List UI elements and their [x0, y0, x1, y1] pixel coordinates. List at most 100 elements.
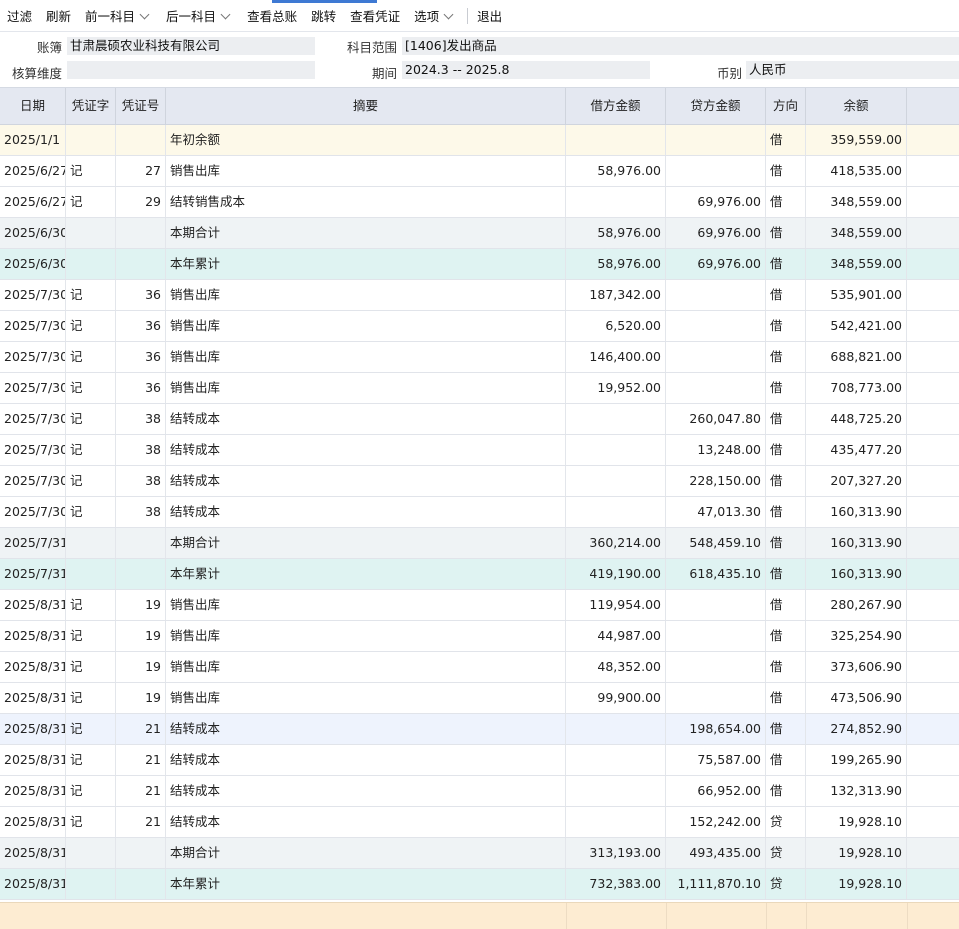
cell-date[interactable]: 2025/8/31 — [0, 776, 66, 806]
prev-account-button[interactable]: 前一科目 — [82, 5, 155, 27]
cell-direction[interactable]: 借 — [766, 218, 806, 248]
cell-direction[interactable]: 借 — [766, 497, 806, 527]
cell-direction[interactable]: 借 — [766, 156, 806, 186]
cell-voucher-no[interactable]: 36 — [116, 280, 166, 310]
cell-balance[interactable]: 19,928.10 — [806, 807, 907, 837]
cell-debit[interactable]: 360,214.00 — [566, 528, 666, 558]
table-row[interactable]: 2025/8/31 记 19 销售出库 48,352.00 借 373,606.90 — [0, 652, 959, 683]
cell-balance[interactable]: 160,313.90 — [806, 528, 907, 558]
table-row[interactable]: 2025/6/27 记 29 结转销售成本 69,976.00 借 348,559.00 — [0, 187, 959, 218]
cell-voucher-no[interactable]: 38 — [116, 466, 166, 496]
cell-balance[interactable]: 160,313.90 — [806, 497, 907, 527]
cell-summary[interactable]: 本期合计 — [166, 218, 566, 248]
cell-date[interactable]: 2025/7/30 — [0, 435, 66, 465]
chevron-down-icon[interactable] — [442, 9, 456, 23]
cell-balance[interactable]: 448,725.20 — [806, 404, 907, 434]
table-row[interactable]: 2025/7/30 记 38 结转成本 13,248.00 借 435,477.20 — [0, 435, 959, 466]
table-row[interactable]: 2025/6/30 本年累计 58,976.00 69,976.00 借 348,559.… — [0, 249, 959, 280]
cell-voucher-word[interactable] — [66, 559, 116, 589]
cell-debit[interactable]: 58,976.00 — [566, 218, 666, 248]
cell-voucher-word[interactable]: 记 — [66, 590, 116, 620]
cell-voucher-no[interactable]: 21 — [116, 745, 166, 775]
table-row[interactable]: 2025/7/31 本年累计 419,190.00 618,435.10 借 160,31… — [0, 559, 959, 590]
cell-debit[interactable]: 187,342.00 — [566, 280, 666, 310]
cell-voucher-no[interactable] — [116, 218, 166, 248]
cell-voucher-no[interactable]: 38 — [116, 497, 166, 527]
cell-credit[interactable] — [666, 125, 766, 155]
cell-direction[interactable]: 借 — [766, 125, 806, 155]
cell-credit[interactable]: 13,248.00 — [666, 435, 766, 465]
table-row[interactable]: 2025/7/30 记 38 结转成本 228,150.00 借 207,327.20 — [0, 466, 959, 497]
cell-voucher-no[interactable]: 36 — [116, 311, 166, 341]
cell-date[interactable]: 2025/8/31 — [0, 745, 66, 775]
cell-direction[interactable]: 贷 — [766, 869, 806, 899]
cell-balance[interactable]: 542,421.00 — [806, 311, 907, 341]
cell-date[interactable]: 2025/7/30 — [0, 466, 66, 496]
cell-date[interactable]: 2025/6/27 — [0, 156, 66, 186]
cell-balance[interactable]: 373,606.90 — [806, 652, 907, 682]
cell-voucher-word[interactable]: 记 — [66, 187, 116, 217]
table-row[interactable]: 2025/7/30 记 36 销售出库 187,342.00 借 535,901.00 — [0, 280, 959, 311]
cell-credit[interactable]: 47,013.30 — [666, 497, 766, 527]
cell-balance[interactable]: 348,559.00 — [806, 249, 907, 279]
cell-voucher-word[interactable]: 记 — [66, 342, 116, 372]
cell-voucher-word[interactable] — [66, 218, 116, 248]
cell-summary[interactable]: 销售出库 — [166, 156, 566, 186]
cell-voucher-word[interactable] — [66, 528, 116, 558]
table-row[interactable]: 2025/8/31 本期合计 313,193.00 493,435.00 贷 19,928… — [0, 838, 959, 869]
cell-balance[interactable]: 418,535.00 — [806, 156, 907, 186]
cell-summary[interactable]: 本年累计 — [166, 869, 566, 899]
cell-credit[interactable]: 198,654.00 — [666, 714, 766, 744]
cell-debit[interactable]: 44,987.00 — [566, 621, 666, 651]
col-header-summary[interactable]: 摘要 — [166, 88, 566, 125]
cell-debit[interactable]: 313,193.00 — [566, 838, 666, 868]
cell-date[interactable]: 2025/6/30 — [0, 249, 66, 279]
options-button[interactable]: 选项 — [411, 5, 459, 27]
cell-debit[interactable] — [566, 714, 666, 744]
cell-balance[interactable]: 274,852.90 — [806, 714, 907, 744]
cell-summary[interactable]: 销售出库 — [166, 683, 566, 713]
cell-voucher-no[interactable]: 38 — [116, 435, 166, 465]
cell-date[interactable]: 2025/8/31 — [0, 590, 66, 620]
cell-summary[interactable]: 结转成本 — [166, 714, 566, 744]
book-field[interactable]: 甘肃晨硕农业科技有限公司 — [67, 37, 315, 55]
cell-direction[interactable]: 借 — [766, 652, 806, 682]
cell-date[interactable]: 2025/6/27 — [0, 187, 66, 217]
cell-debit[interactable]: 99,900.00 — [566, 683, 666, 713]
cell-summary[interactable]: 本年累计 — [166, 559, 566, 589]
cell-voucher-word[interactable]: 记 — [66, 156, 116, 186]
cell-direction[interactable]: 借 — [766, 621, 806, 651]
cell-balance[interactable]: 688,821.00 — [806, 342, 907, 372]
cell-summary[interactable]: 结转成本 — [166, 776, 566, 806]
cell-voucher-no[interactable]: 19 — [116, 652, 166, 682]
cell-credit[interactable] — [666, 156, 766, 186]
col-header-voucher-word[interactable]: 凭证字 — [66, 88, 116, 125]
col-header-balance[interactable]: 余额 — [806, 88, 907, 125]
table-row[interactable]: 2025/7/31 本期合计 360,214.00 548,459.10 借 160,31… — [0, 528, 959, 559]
cell-credit[interactable] — [666, 621, 766, 651]
cell-balance[interactable]: 199,265.90 — [806, 745, 907, 775]
cell-balance[interactable]: 160,313.90 — [806, 559, 907, 589]
cell-credit[interactable] — [666, 683, 766, 713]
cell-direction[interactable]: 借 — [766, 342, 806, 372]
cell-summary[interactable]: 结转销售成本 — [166, 187, 566, 217]
col-header-voucher-no[interactable]: 凭证号 — [116, 88, 166, 125]
cell-voucher-word[interactable]: 记 — [66, 311, 116, 341]
table-row[interactable]: 2025/7/30 记 36 销售出库 6,520.00 借 542,421.00 — [0, 311, 959, 342]
cell-debit[interactable] — [566, 435, 666, 465]
cell-debit[interactable] — [566, 125, 666, 155]
cell-debit[interactable] — [566, 187, 666, 217]
view-voucher-button[interactable]: 查看凭证 — [347, 5, 403, 27]
cell-direction[interactable]: 借 — [766, 373, 806, 403]
table-row[interactable]: 2025/8/31 记 21 结转成本 198,654.00 借 274,852.90 — [0, 714, 959, 745]
cell-debit[interactable]: 6,520.00 — [566, 311, 666, 341]
table-row[interactable]: 2025/7/30 记 36 销售出库 146,400.00 借 688,821.00 — [0, 342, 959, 373]
cell-direction[interactable]: 借 — [766, 776, 806, 806]
col-header-date[interactable]: 日期 — [0, 88, 66, 125]
cell-voucher-word[interactable]: 记 — [66, 683, 116, 713]
cell-balance[interactable]: 473,506.90 — [806, 683, 907, 713]
cell-voucher-word[interactable]: 记 — [66, 466, 116, 496]
cell-direction[interactable]: 借 — [766, 714, 806, 744]
cell-voucher-no[interactable]: 19 — [116, 590, 166, 620]
cell-summary[interactable]: 结转成本 — [166, 745, 566, 775]
